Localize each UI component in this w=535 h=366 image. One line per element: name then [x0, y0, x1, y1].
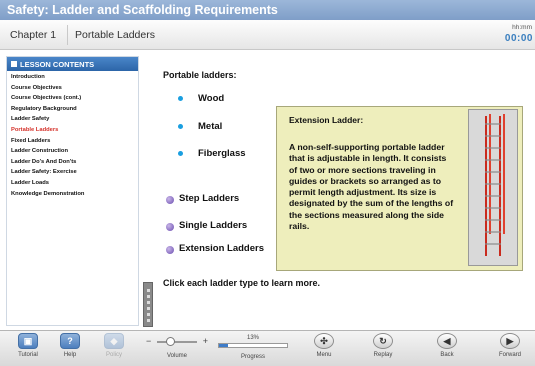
tutorial-label: Tutorial — [18, 352, 38, 358]
back-label: Back — [440, 352, 454, 358]
callout-body: A non-self-supporting portable ladder th… — [289, 142, 454, 232]
lesson-item-course-objectives[interactable]: Course Objectives — [11, 83, 134, 94]
policy-label: Policy — [105, 352, 122, 358]
help-label: Help — [63, 352, 77, 358]
collapse-icon[interactable] — [11, 61, 17, 67]
sidebar-title: LESSON CONTENTS — [20, 60, 95, 69]
instruction-text: Click each ladder type to learn more. — [163, 278, 321, 288]
volume-label: Volume — [166, 353, 187, 359]
volume-slider-knob[interactable] — [166, 337, 175, 346]
replay-button[interactable]: ↻ Replay — [363, 333, 403, 365]
back-icon: ◀ — [437, 333, 457, 349]
lesson-list: Introduction Course Objectives Course Ob… — [7, 71, 138, 200]
player-toolbar: ▣ Tutorial ? Help ◆ Policy − + Volume 13… — [0, 330, 535, 366]
tutorial-button[interactable]: ▣ Tutorial — [8, 333, 48, 365]
step-ladders-link[interactable]: Step Ladders — [179, 193, 239, 204]
lesson-item-introduction[interactable]: Introduction — [11, 72, 134, 83]
lesson-content: Portable ladders: Wood Metal Fiberglass … — [153, 56, 535, 326]
back-button[interactable]: ◀ Back — [427, 333, 467, 365]
lesson-sidebar: LESSON CONTENTS Introduction Course Obje… — [6, 56, 139, 326]
forward-icon: ▶ — [500, 333, 520, 349]
sidebar-resize-handle[interactable] — [143, 282, 153, 327]
progress-label: Progress — [240, 354, 265, 360]
progress-indicator: 13% Progress — [214, 335, 292, 360]
timer: 00:00 — [504, 33, 533, 44]
single-ladders-link[interactable]: Single Ladders — [179, 220, 247, 231]
lesson-item-knowledge-demonstration[interactable]: Knowledge Demonstration — [11, 189, 134, 200]
app-title: Safety: Ladder and Scaffolding Requireme… — [0, 0, 535, 20]
lesson-item-ladder-construction[interactable]: Ladder Construction — [11, 146, 134, 157]
bullet-icon — [178, 124, 183, 129]
volume-track[interactable] — [157, 341, 197, 343]
material-metal: Metal — [198, 121, 223, 132]
extension-ladders-link[interactable]: Extension Ladders — [179, 243, 264, 254]
volume-control[interactable]: − + Volume — [146, 335, 208, 365]
menu-label: Menu — [316, 352, 332, 358]
replay-label: Replay — [373, 352, 393, 358]
lesson-item-course-objectives-cont[interactable]: Course Objectives (cont.) — [11, 93, 134, 104]
menu-button[interactable]: ✣ Menu — [304, 333, 344, 365]
forward-button[interactable]: ▶ Forward — [490, 333, 530, 365]
bullet-icon — [178, 151, 183, 156]
material-wood: Wood — [198, 93, 225, 104]
material-fiberglass: Fiberglass — [198, 148, 246, 159]
callout-title: Extension Ladder: — [289, 115, 364, 125]
volume-down-icon[interactable]: − — [146, 336, 151, 346]
lesson-item-ladder-loads[interactable]: Ladder Loads — [11, 178, 134, 189]
menu-icon: ✣ — [314, 333, 334, 349]
replay-icon: ↻ — [373, 333, 393, 349]
policy-button[interactable]: ◆ Policy — [94, 333, 134, 365]
timer-format: hh:mm — [512, 24, 532, 31]
help-button[interactable]: ? Help — [50, 333, 90, 365]
single-ladders-icon[interactable] — [166, 223, 174, 231]
chapter-bar: Chapter 1 Portable Ladders hh:mm 00:00 — [0, 20, 535, 50]
policy-icon: ◆ — [104, 333, 124, 349]
lesson-title: Portable Ladders — [75, 29, 155, 41]
lesson-item-regulatory-background[interactable]: Regulatory Background — [11, 104, 134, 115]
lesson-item-portable-ladders[interactable]: Portable Ladders — [11, 125, 134, 136]
bullet-icon — [178, 96, 183, 101]
lesson-item-fixed-ladders[interactable]: Fixed Ladders — [11, 136, 134, 147]
lesson-item-ladder-safety-exercise[interactable]: Ladder Safety: Exercise — [11, 167, 134, 178]
lesson-item-ladder-dos-donts[interactable]: Ladder Do's And Don'ts — [11, 157, 134, 168]
forward-label: Forward — [498, 352, 521, 358]
sidebar-header[interactable]: LESSON CONTENTS — [7, 57, 138, 71]
tutorial-icon: ▣ — [18, 333, 38, 349]
volume-up-icon[interactable]: + — [203, 336, 208, 346]
extension-ladders-icon[interactable] — [166, 246, 174, 254]
chapter-label: Chapter 1 — [10, 29, 57, 41]
chapter-divider — [67, 25, 68, 45]
progress-fill — [219, 344, 228, 347]
extension-ladder-callout: Extension Ladder: A non-self-supporting … — [276, 106, 523, 271]
content-heading: Portable ladders: — [163, 70, 237, 80]
progress-bar — [218, 343, 288, 348]
extension-ladder-image — [468, 109, 518, 266]
progress-value: 13% — [246, 335, 259, 341]
step-ladders-icon[interactable] — [166, 196, 174, 204]
lesson-item-ladder-safety[interactable]: Ladder Safety — [11, 114, 134, 125]
help-icon: ? — [60, 333, 80, 349]
